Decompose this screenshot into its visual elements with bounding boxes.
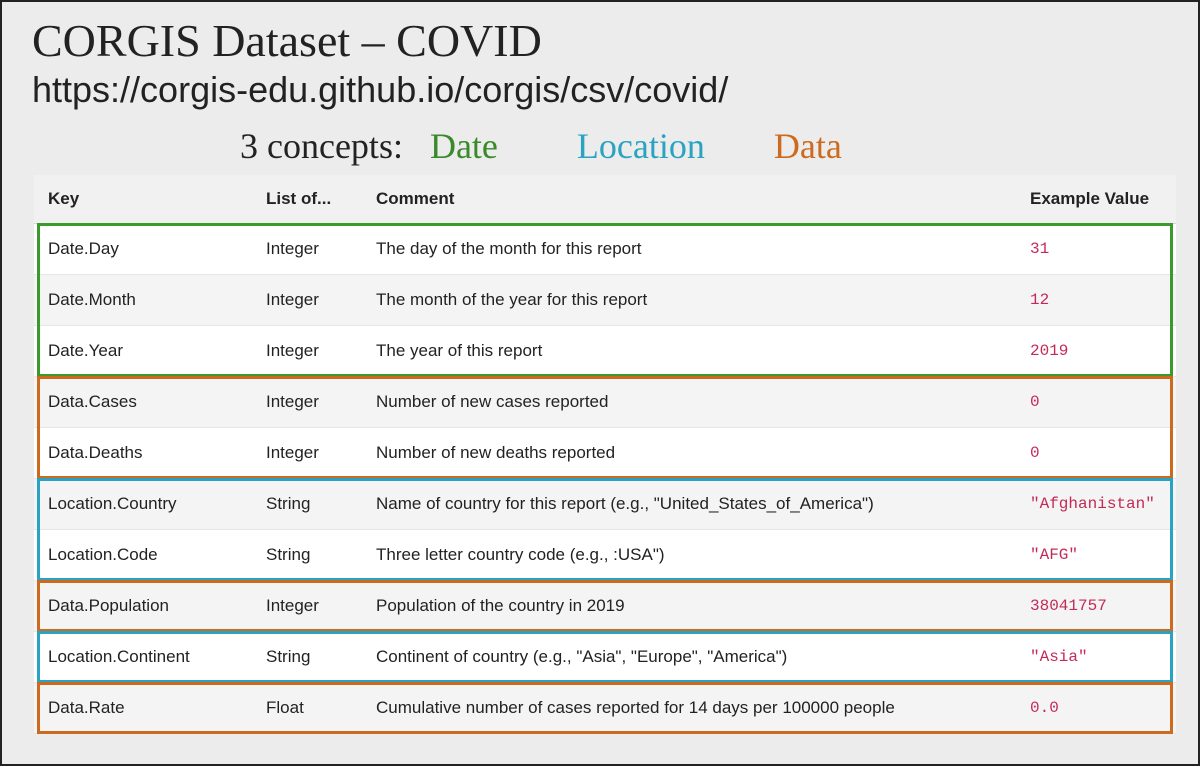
header-comment: Comment [362, 175, 1016, 224]
cell-key: Location.Code [34, 530, 252, 581]
table-row: Location.CountryStringName of country fo… [34, 479, 1176, 530]
table-row: Date.MonthIntegerThe month of the year f… [34, 275, 1176, 326]
cell-type: Integer [252, 224, 362, 275]
cell-example: 0 [1016, 428, 1176, 479]
cell-comment: Three letter country code (e.g., :USA") [362, 530, 1016, 581]
table-row: Date.YearIntegerThe year of this report2… [34, 326, 1176, 377]
cell-comment: The year of this report [362, 326, 1016, 377]
cell-key: Data.Population [34, 581, 252, 632]
table-container: Key List of... Comment Example Value Dat… [34, 175, 1176, 734]
concepts-line: 3 concepts: Date Location Data [240, 125, 1178, 167]
table-header-row: Key List of... Comment Example Value [34, 175, 1176, 224]
cell-type: Integer [252, 326, 362, 377]
table-row: Data.PopulationIntegerPopulation of the … [34, 581, 1176, 632]
table-row: Location.ContinentStringContinent of cou… [34, 632, 1176, 683]
dataset-url: https://corgis-edu.github.io/corgis/csv/… [32, 69, 1178, 111]
cell-type: String [252, 479, 362, 530]
cell-example: 31 [1016, 224, 1176, 275]
dataset-table: Key List of... Comment Example Value Dat… [34, 175, 1176, 734]
cell-example: "Asia" [1016, 632, 1176, 683]
cell-comment: Population of the country in 2019 [362, 581, 1016, 632]
cell-comment: Name of country for this report (e.g., "… [362, 479, 1016, 530]
cell-example: 0.0 [1016, 683, 1176, 734]
cell-comment: Continent of country (e.g., "Asia", "Eur… [362, 632, 1016, 683]
concept-data: Data [774, 126, 842, 166]
cell-type: Integer [252, 428, 362, 479]
cell-comment: The month of the year for this report [362, 275, 1016, 326]
cell-example: 38041757 [1016, 581, 1176, 632]
cell-example: 12 [1016, 275, 1176, 326]
cell-key: Data.Rate [34, 683, 252, 734]
cell-type: Integer [252, 377, 362, 428]
header-type: List of... [252, 175, 362, 224]
concept-location: Location [577, 126, 705, 166]
cell-key: Date.Month [34, 275, 252, 326]
cell-example: 0 [1016, 377, 1176, 428]
header-example: Example Value [1016, 175, 1176, 224]
cell-comment: Number of new cases reported [362, 377, 1016, 428]
cell-type: String [252, 632, 362, 683]
concepts-label: 3 concepts: [240, 126, 403, 166]
cell-comment: Number of new deaths reported [362, 428, 1016, 479]
cell-example: "AFG" [1016, 530, 1176, 581]
cell-key: Date.Year [34, 326, 252, 377]
cell-type: Integer [252, 581, 362, 632]
cell-comment: Cumulative number of cases reported for … [362, 683, 1016, 734]
table-row: Date.DayIntegerThe day of the month for … [34, 224, 1176, 275]
table-row: Location.CodeStringThree letter country … [34, 530, 1176, 581]
table-row: Data.DeathsIntegerNumber of new deaths r… [34, 428, 1176, 479]
concept-date: Date [430, 126, 498, 166]
cell-example: 2019 [1016, 326, 1176, 377]
cell-key: Data.Cases [34, 377, 252, 428]
cell-type: Integer [252, 275, 362, 326]
cell-type: Float [252, 683, 362, 734]
cell-key: Location.Continent [34, 632, 252, 683]
header-key: Key [34, 175, 252, 224]
table-row: Data.CasesIntegerNumber of new cases rep… [34, 377, 1176, 428]
cell-example: "Afghanistan" [1016, 479, 1176, 530]
cell-key: Data.Deaths [34, 428, 252, 479]
table-row: Data.RateFloatCumulative number of cases… [34, 683, 1176, 734]
cell-key: Location.Country [34, 479, 252, 530]
page-title: CORGIS Dataset – COVID [32, 14, 1178, 67]
cell-comment: The day of the month for this report [362, 224, 1016, 275]
cell-key: Date.Day [34, 224, 252, 275]
cell-type: String [252, 530, 362, 581]
